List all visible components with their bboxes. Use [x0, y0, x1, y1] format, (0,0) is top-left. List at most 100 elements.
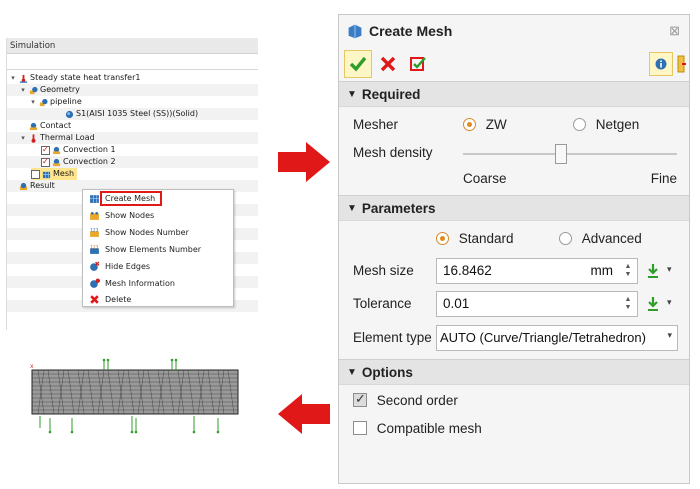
svg-text:123: 123 [90, 244, 99, 250]
menu-item-show-nodes-number[interactable]: 123 Show Nodes Number [83, 224, 233, 241]
nodes-number-icon: 123 [89, 227, 99, 237]
convection-icon [52, 146, 61, 154]
tree-item-label: Mesh [53, 169, 75, 178]
exit-button[interactable] [675, 50, 689, 78]
second-order-checkbox[interactable] [353, 391, 367, 407]
tree-item-contact[interactable]: Contact [29, 120, 71, 132]
show-nodes-icon [89, 211, 99, 220]
tolerance-input[interactable]: 0.01 ▲ ▼ [436, 291, 638, 317]
second-order-option[interactable]: Second order [353, 391, 458, 408]
compatible-mesh-checkbox[interactable] [353, 421, 367, 435]
menu-item-mesh-information[interactable]: Mesh Information [83, 275, 233, 292]
mesh-size-input[interactable]: 16.8462 mm ▲ ▼ [436, 258, 638, 284]
dialog-toolbar [339, 47, 689, 81]
element-type-select[interactable]: AUTO (Curve/Triangle/Tetrahedron) ▾ [436, 325, 678, 351]
tree-item-label: Steady state heat transfer1 [30, 73, 141, 82]
part-icon [39, 98, 48, 106]
radio-unselected[interactable] [559, 232, 572, 245]
radio-selected[interactable] [436, 232, 449, 245]
pick-down-icon[interactable] [645, 262, 661, 280]
svg-text:123: 123 [90, 227, 99, 233]
menu-item-label: Show Nodes Number [105, 228, 189, 237]
radio-selected[interactable] [463, 118, 476, 131]
hide-edges-icon [89, 261, 99, 271]
solid-body-icon [65, 110, 74, 118]
pick-down-icon[interactable] [645, 295, 661, 313]
menu-item-create-mesh[interactable]: Create Mesh [83, 190, 233, 207]
dropdown-arrow-icon[interactable]: ▾ [667, 297, 672, 308]
tree-item-result[interactable]: Result [19, 180, 55, 192]
mode-option-standard[interactable]: Standard [436, 231, 514, 246]
tree-item-label: S1(AISI 1035 Steel (SS))(Solid) [76, 109, 199, 118]
tree-item-mesh[interactable]: Mesh [31, 168, 78, 180]
menu-item-label: Show Elements Number [105, 245, 202, 254]
context-menu: Create Mesh Show Nodes 123 Show Nodes Nu… [82, 189, 234, 307]
tree-item-label: Contact [40, 121, 72, 130]
create-mesh-icon [89, 195, 99, 203]
tree-item-root[interactable]: ▾ Steady state heat transfer1 [9, 72, 140, 84]
delete-icon [89, 295, 99, 304]
spinner-icon[interactable]: ▲ ▼ [623, 296, 633, 312]
tree-item-thermal-load[interactable]: ▾ Thermal Load [19, 132, 95, 144]
section-options[interactable]: ▼ Options [339, 359, 689, 385]
mesh-info-icon [89, 278, 100, 288]
dropdown-arrow-icon[interactable]: ▾ [667, 330, 672, 341]
density-slider-thumb[interactable] [555, 144, 568, 164]
collapse-triangle-icon[interactable]: ▼ [347, 203, 357, 214]
section-title: Parameters [361, 200, 436, 216]
collapse-triangle-icon[interactable]: ▼ [347, 367, 357, 378]
tree-item-solid[interactable]: S1(AISI 1035 Steel (SS))(Solid) [65, 108, 198, 120]
menu-item-label: Mesh Information [105, 279, 175, 288]
collapse-triangle-icon[interactable]: ▼ [347, 89, 357, 100]
tree-item-geometry[interactable]: ▾ Geometry [19, 84, 80, 96]
visibility-checkbox[interactable] [41, 156, 50, 168]
element-type-label: Element type [353, 330, 432, 345]
spinner-icon[interactable]: ▲ ▼ [623, 263, 633, 279]
menu-item-show-nodes[interactable]: Show Nodes [83, 207, 233, 224]
dialog-title: Create Mesh [369, 23, 453, 39]
chevron-down-icon[interactable]: ▾ [29, 96, 37, 108]
panel-title: Simulation [7, 38, 258, 54]
ok-button[interactable] [344, 50, 372, 78]
tree-item-pipeline[interactable]: ▾ pipeline [29, 96, 82, 108]
density-max-label: Fine [650, 171, 677, 186]
chevron-down-icon[interactable]: ▾ [19, 132, 27, 144]
dropdown-arrow-icon[interactable]: ▾ [667, 264, 672, 275]
cancel-button[interactable] [374, 50, 402, 78]
menu-item-delete[interactable]: Delete [83, 291, 233, 308]
compatible-mesh-option[interactable]: Compatible mesh [353, 421, 482, 436]
tree-item-convection-2[interactable]: Convection 2 [41, 156, 116, 168]
visibility-checkbox[interactable] [41, 144, 50, 156]
info-icon [655, 58, 667, 70]
mesh-density-label: Mesh density [353, 145, 433, 160]
apply-button[interactable] [404, 50, 432, 78]
visibility-checkbox[interactable] [31, 169, 40, 179]
mesh-icon [348, 24, 362, 39]
density-slider-track[interactable] [463, 153, 677, 155]
info-button[interactable] [649, 52, 673, 76]
mesher-option-zw[interactable]: ZW [463, 117, 507, 132]
checkbox-label: Second order [376, 393, 458, 408]
density-min-label: Coarse [463, 171, 507, 186]
tree-item-label: Geometry [40, 85, 80, 94]
section-required[interactable]: ▼ Required [339, 81, 689, 107]
mesher-option-netgen[interactable]: Netgen [573, 117, 639, 132]
tree-item-label: Thermal Load [40, 133, 95, 142]
contact-icon [29, 122, 38, 130]
radio-label: ZW [485, 117, 507, 132]
menu-item-show-elements-number[interactable]: 123 Show Elements Number [83, 241, 233, 258]
chevron-down-icon[interactable]: ▾ [9, 72, 17, 84]
tolerance-value: 0.01 [443, 296, 470, 311]
section-parameters[interactable]: ▼ Parameters [339, 195, 689, 221]
menu-item-hide-edges[interactable]: Hide Edges [83, 258, 233, 275]
close-icon[interactable]: ⊠ [669, 23, 680, 39]
tree-item-label: Convection 1 [63, 145, 116, 154]
mode-option-advanced[interactable]: Advanced [559, 231, 642, 246]
chevron-down-icon[interactable]: ▾ [19, 84, 27, 96]
heat-transfer-icon [19, 74, 28, 83]
radio-label: Advanced [581, 231, 642, 246]
menu-item-label: Show Nodes [105, 211, 155, 220]
tree-search-bar[interactable] [7, 54, 258, 70]
tree-item-convection-1[interactable]: Convection 1 [41, 144, 116, 156]
radio-unselected[interactable] [573, 118, 586, 131]
